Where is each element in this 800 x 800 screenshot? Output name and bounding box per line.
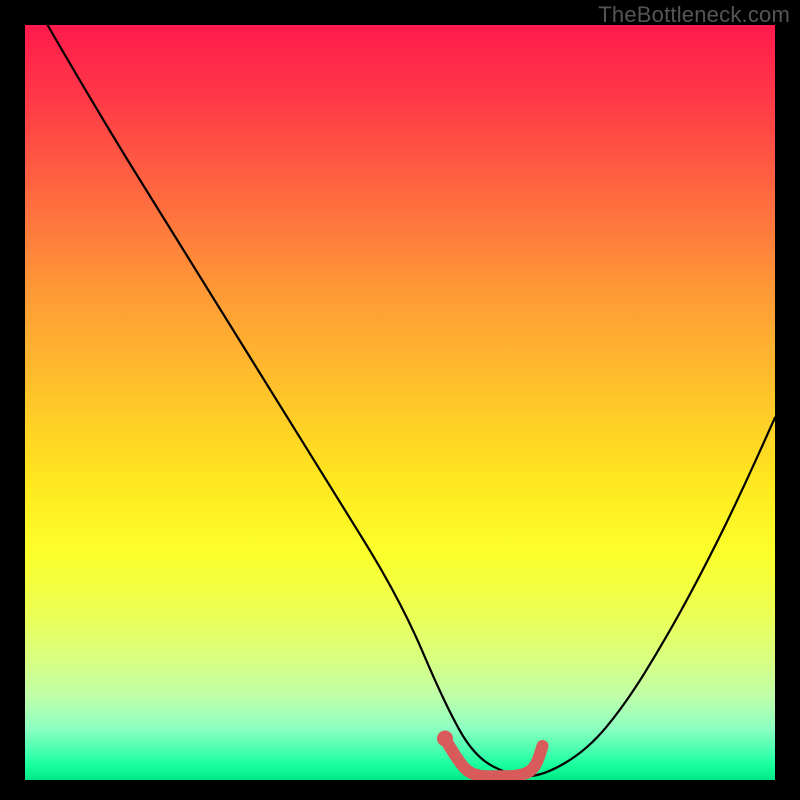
plot-area [25,25,775,780]
chart-frame: TheBottleneck.com [0,0,800,800]
bottleneck-curve-path [48,25,776,776]
chart-svg [25,25,775,780]
watermark-text: TheBottleneck.com [598,2,790,28]
optimal-zone-highlight-path [445,739,543,777]
highlight-dot [437,731,453,747]
